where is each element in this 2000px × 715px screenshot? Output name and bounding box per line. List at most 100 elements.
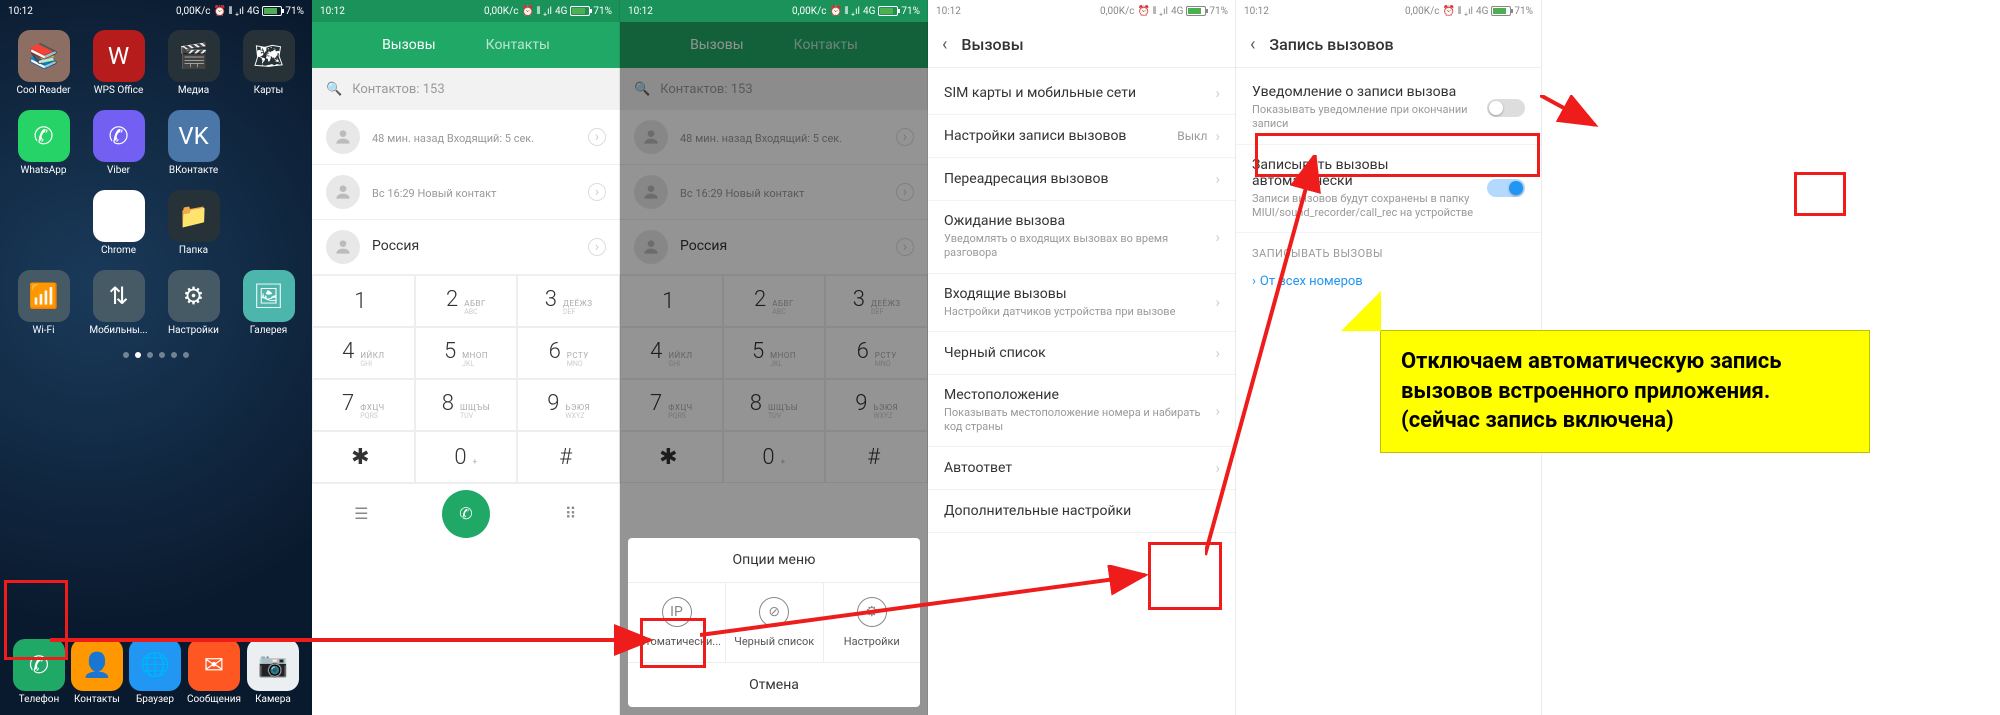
key-8[interactable]: 8ШЩЪЫTUV [415,379,518,431]
key-2[interactable]: 2АБВГABC [415,275,518,327]
call-settings-screen: 10:12 0,00K/c⏰ ⫴ ₊ıl4G71% ‹ Вызовы SIM к… [928,0,1236,715]
avatar-icon [326,230,360,264]
app-WPS Office[interactable]: WWPS Office [85,30,152,96]
dock-Сообщения[interactable]: ✉Сообщения [187,639,241,705]
tabs: Вызовы Контакты [312,22,620,68]
chevron-icon: › [1215,170,1220,188]
status-bar: 10:12 0,00K/c⏰ ⫴ ₊ıl4G71% [1236,0,1541,22]
header-title: Вызовы [961,35,1023,54]
dock-Браузер[interactable]: 🌐Браузер [129,639,181,705]
options-menu: Опции меню IPАвтоматически...⊘Черный спи… [628,538,920,707]
auto-record-toggle-row[interactable]: Записывать вызовы автоматическиЗаписи вы… [1236,145,1541,234]
dock-Телефон[interactable]: ✆Телефон [13,639,65,705]
callout: Отключаем автоматическую запись вызовов … [1380,330,1870,453]
chevron-icon: › [1215,459,1220,477]
key-9[interactable]: 9ЬЭЮЯWXYZ [517,379,620,431]
tab-calls[interactable]: Вызовы [382,37,436,53]
key-✱[interactable]: ✱ [312,431,415,483]
menu-item[interactable]: IPАвтоматически... [628,583,726,662]
menu-title: Опции меню [628,538,920,583]
key-5[interactable]: 5МНОПJKL [415,327,518,379]
app-Wi-Fi[interactable]: 📶Wi-Fi [10,270,77,336]
dialpad-toggle[interactable]: ⠿ [553,496,589,532]
call-entry[interactable]: Россия› [312,220,620,275]
search-bar[interactable]: 🔍 Контактов: 153 [312,68,620,110]
app-Chrome[interactable]: ◉Chrome [85,190,152,256]
chevron-icon: › [1215,402,1220,420]
settings-item[interactable]: Входящие вызовыНастройки датчиков устрой… [928,274,1236,332]
highlight-auto-toggle [1794,172,1846,216]
section-header: ЗАПИСЫВАТЬ ВЫЗОВЫ [1236,233,1541,266]
back-icon[interactable]: ‹ [942,34,947,55]
status-bar: 10:12 0,00K/c⏰ ⫴ ₊ıl4G71% [312,0,620,22]
key-7[interactable]: 7ФХЦЧPQRS [312,379,415,431]
back-icon[interactable]: ‹ [1250,34,1255,55]
app-Настройки[interactable]: ⚙Настройки [160,270,227,336]
page-dots [0,352,312,358]
home-screen: 10:12 0,00K/c ⏰ ⫴ ₊ıl 4G 71% 📚Cool Reade… [0,0,312,715]
app-empty [235,190,302,256]
all-numbers-link[interactable]: ›От всех номеров [1236,266,1541,297]
avatar-icon [326,175,360,209]
key-4[interactable]: 4ИЙКЛGHI [312,327,415,379]
key-#[interactable]: # [517,431,620,483]
call-entry[interactable]: 48 мин. назад Входящий: 5 сек.› [312,110,620,165]
dialer-menu-screen: 10:12 0,00K/c⏰ ⫴ ₊ıl4G71% Вызовы Контакт… [620,0,928,715]
dock-Камера[interactable]: 📷Камера [247,639,299,705]
app-ВКонтакте[interactable]: VKВКонтакте [160,110,227,176]
key-1[interactable]: 1 [312,275,415,327]
settings-item[interactable]: SIM карты и мобильные сети› [928,72,1236,115]
chevron-icon: › [588,128,606,146]
chevron-icon: › [1215,344,1220,362]
arrow-4 [1540,95,1620,135]
settings-item[interactable]: Черный список› [928,332,1236,375]
app-Мобильны...[interactable]: ⇅Мобильны... [85,270,152,336]
app-Cool Reader[interactable]: 📚Cool Reader [10,30,77,96]
chevron-icon: › [1215,293,1220,311]
app-empty [10,190,77,256]
battery-icon [262,6,282,16]
toggle-on[interactable] [1487,179,1525,197]
call-entry[interactable]: Вс 16:29 Новый контакт› [312,165,620,220]
status-time: 10:12 [8,6,33,17]
chevron-icon: › [1215,502,1220,520]
status-bar: 10:12 0,00K/c ⏰ ⫴ ₊ıl 4G 71% [0,0,312,22]
app-Медиа[interactable]: 🎬Медиа [160,30,227,96]
notify-toggle-row[interactable]: Уведомление о записи вызоваПоказывать ув… [1236,72,1541,145]
key-3[interactable]: 3ДЕЁЖЗDEF [517,275,620,327]
app-empty [235,110,302,176]
app-Папка[interactable]: 📁Папка [160,190,227,256]
call-button[interactable]: ✆ [442,490,490,538]
menu-item[interactable]: ⊘Черный список [726,583,824,662]
chevron-icon: › [588,183,606,201]
menu-cancel[interactable]: Отмена [628,662,920,707]
app-Viber[interactable]: ✆Viber [85,110,152,176]
chevron-icon: › [1215,228,1220,246]
tab-contacts[interactable]: Контакты [486,37,550,53]
chevron-icon: › [1215,127,1220,145]
app-WhatsApp[interactable]: ✆WhatsApp [10,110,77,176]
settings-item[interactable]: Дополнительные настройки› [928,490,1236,533]
status-bar: 10:12 0,00K/c⏰ ⫴ ₊ıl4G71% [620,0,928,22]
app-Карты[interactable]: 🗺Карты [235,30,302,96]
key-0[interactable]: 0+ [415,431,518,483]
dock-Контакты[interactable]: 👤Контакты [71,639,123,705]
chevron-icon: › [1215,84,1220,102]
settings-item[interactable]: Ожидание вызоваУведомлять о входящих выз… [928,201,1236,274]
dialer-screen: 10:12 0,00K/c⏰ ⫴ ₊ıl4G71% Вызовы Контакт… [312,0,620,715]
header-title: Запись вызовов [1269,35,1393,54]
settings-item[interactable]: Настройки записи вызововВыкл› [928,115,1236,158]
toggle-off[interactable] [1487,99,1525,117]
key-6[interactable]: 6РСТУMNO [517,327,620,379]
menu-button[interactable]: ☰ [343,496,379,532]
bottom-bar: ☰ ✆ ⠿ [312,483,620,543]
avatar-icon [326,120,360,154]
settings-item[interactable]: МестоположениеПоказывать местоположение … [928,375,1236,448]
settings-item[interactable]: Переадресация вызовов› [928,158,1236,201]
search-icon: 🔍 [326,82,342,97]
app-Галерея[interactable]: 🖼Галерея [235,270,302,336]
settings-item[interactable]: Автоответ› [928,447,1236,490]
chevron-icon: › [588,238,606,256]
status-bar: 10:12 0,00K/c⏰ ⫴ ₊ıl4G71% [928,0,1236,22]
menu-item[interactable]: ⚙Настройки [824,583,920,662]
